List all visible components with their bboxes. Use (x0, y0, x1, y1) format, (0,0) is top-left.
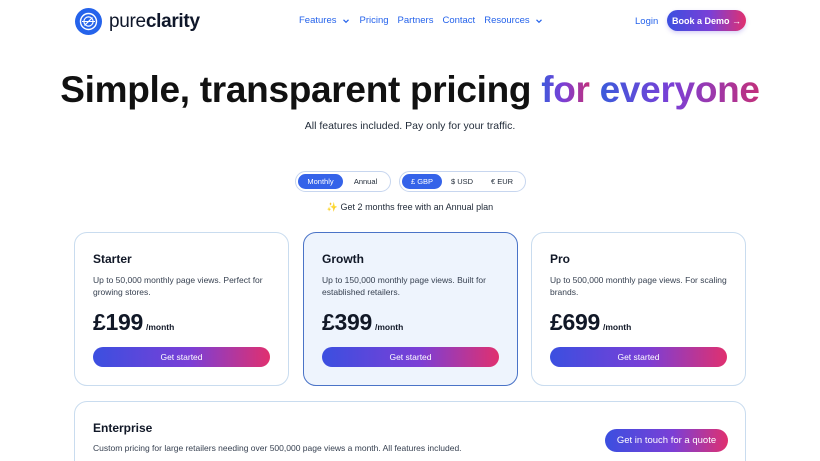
plan-description: Custom pricing for large retailers needi… (93, 443, 462, 453)
plan-card-pro: Pro Up to 500,000 monthly page views. Fo… (531, 232, 746, 386)
title-everyone: everyone (599, 69, 760, 110)
price-unit: /month (374, 322, 404, 332)
chevron-down-icon (342, 18, 349, 23)
plan-price: £699 /month (550, 309, 631, 336)
get-started-button[interactable]: Get started (93, 347, 270, 367)
nav-item-label: Partners (397, 15, 434, 26)
plan-name: Starter (93, 252, 132, 266)
billing-option-monthly[interactable]: Monthly (298, 174, 343, 189)
nav-item-label: Resources (484, 15, 530, 26)
book-demo-button[interactable]: Book a Demo → (667, 10, 746, 31)
price-amount: £399 (322, 309, 372, 335)
plan-name: Enterprise (93, 421, 153, 435)
billing-period-toggle: Monthly Annual (295, 171, 391, 192)
page-title: Simple, transparent pricing for everyone (0, 69, 820, 111)
get-started-button[interactable]: Get started (322, 347, 499, 367)
price-unit: /month (145, 322, 175, 332)
plan-description: Up to 150,000 monthly page views. Built … (322, 275, 486, 297)
title-plain: Simple, transparent pricing (60, 69, 542, 110)
plan-name: Growth (322, 252, 364, 266)
title-for: for (541, 69, 590, 110)
get-quote-button[interactable]: Get in touch for a quote (605, 429, 728, 452)
brand-name-bold: clarity (145, 10, 200, 32)
nav-item-partners[interactable]: Partners (398, 15, 434, 26)
brand-name-light: pure (109, 10, 146, 32)
nav-item-label: Contact (442, 15, 476, 26)
currency-toggle: £ GBP $ USD € EUR (399, 171, 526, 192)
brand-logo[interactable]: pureclarity (75, 8, 200, 35)
plan-description: Up to 50,000 monthly page views. Perfect… (93, 275, 263, 297)
nav-item-pricing[interactable]: Pricing (360, 15, 389, 26)
price-unit: /month (602, 322, 632, 332)
page-subtitle: All features included. Pay only for your… (304, 120, 516, 132)
plan-price: £199 /month (93, 309, 174, 336)
currency-option-gbp[interactable]: £ GBP (402, 174, 442, 189)
nav-item-label: Pricing (359, 15, 389, 26)
nav-item-features[interactable]: Features (299, 15, 350, 26)
pureclarity-logo-icon (75, 8, 102, 35)
currency-option-usd[interactable]: $ USD (442, 174, 482, 189)
price-amount: £699 (550, 309, 600, 335)
plan-card-growth: Growth Up to 150,000 monthly page views.… (303, 232, 518, 386)
plan-card-starter: Starter Up to 50,000 monthly page views.… (74, 232, 289, 386)
get-started-button[interactable]: Get started (550, 347, 727, 367)
nav-menu: Features Pricing Partners Contact Resour… (299, 15, 543, 26)
plan-card-enterprise: Enterprise Custom pricing for large reta… (74, 401, 746, 461)
nav-item-contact[interactable]: Contact (442, 15, 475, 26)
brand-wordmark: pureclarity (109, 11, 200, 33)
currency-option-eur[interactable]: € EUR (482, 174, 522, 189)
annual-promo-text: ✨ Get 2 months free with an Annual plan (326, 202, 494, 212)
top-nav: pureclarity Features Pricing Partners Co… (0, 0, 820, 42)
billing-option-annual[interactable]: Annual (343, 174, 388, 189)
nav-item-resources[interactable]: Resources (484, 15, 542, 26)
nav-item-label: Features (299, 15, 337, 26)
plan-name: Pro (550, 252, 571, 266)
login-link[interactable]: Login (635, 16, 658, 27)
plan-price: £399 /month (322, 309, 403, 336)
chevron-down-icon (535, 18, 542, 23)
price-amount: £199 (93, 309, 143, 335)
plan-description: Up to 500,000 monthly page views. For sc… (550, 275, 727, 297)
